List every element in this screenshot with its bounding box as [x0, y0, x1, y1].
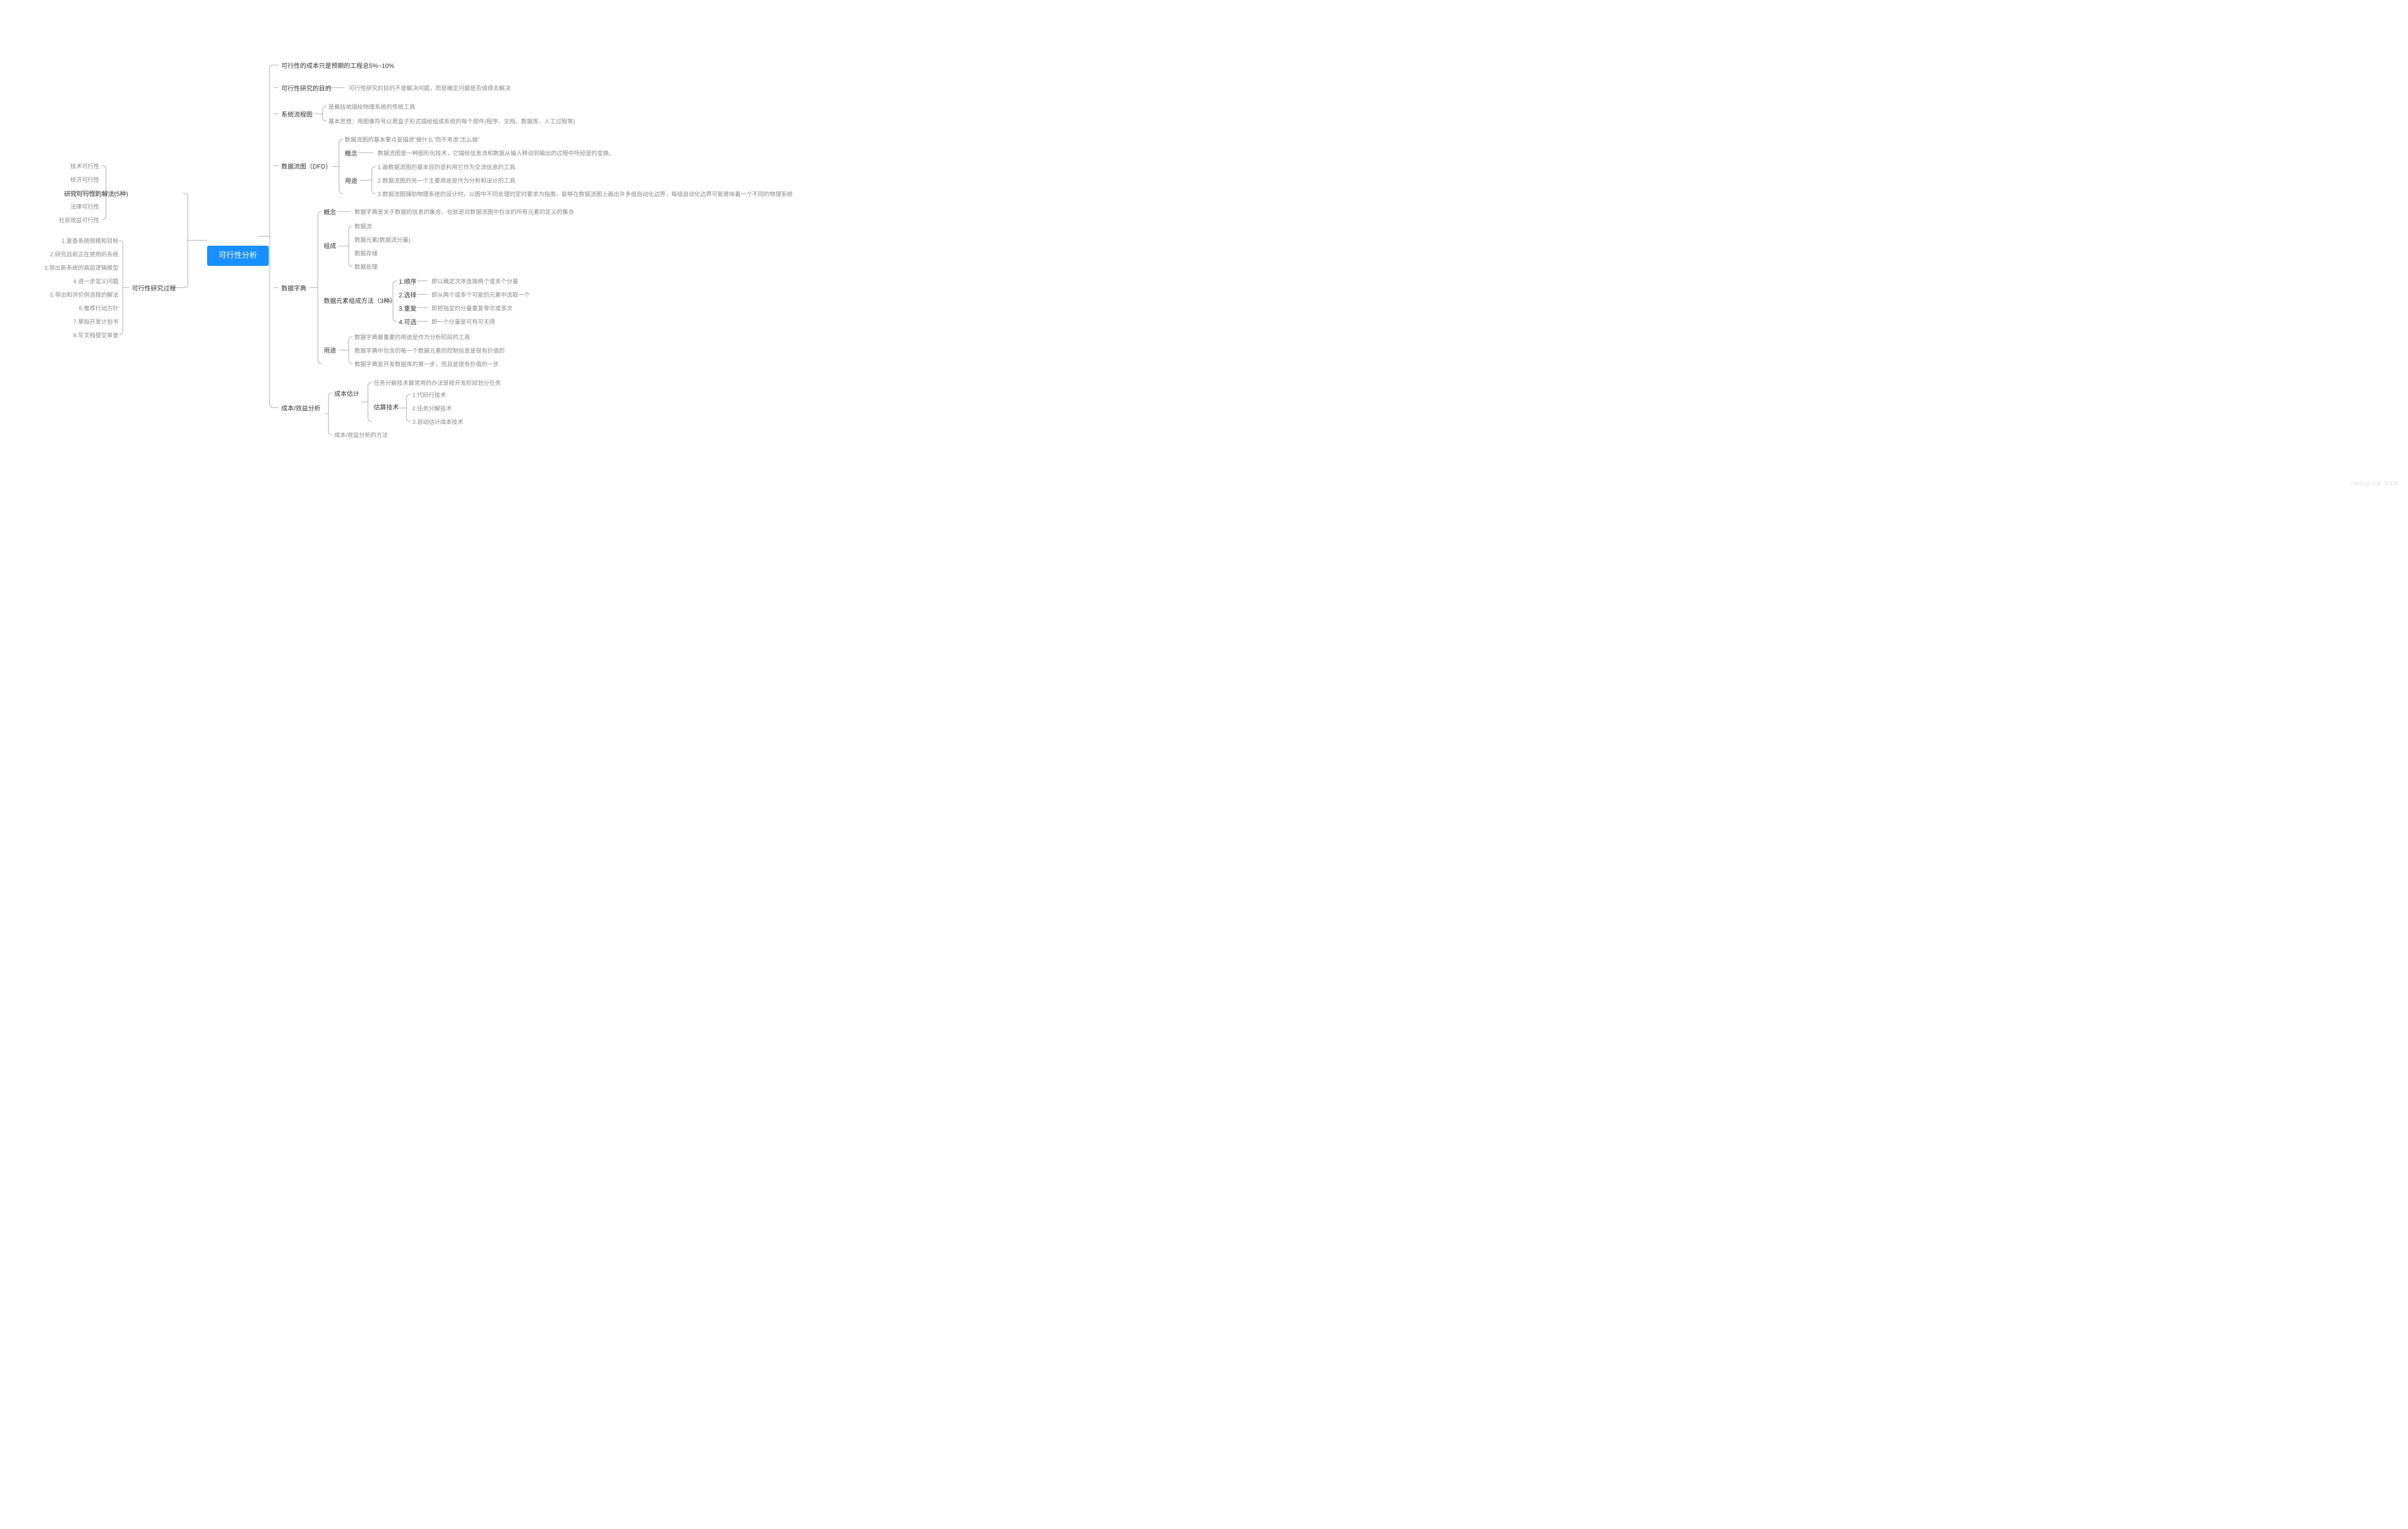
r4-use-1: 2.数据流图的另一个主要用途是作为分析和设计的工具 [376, 176, 517, 186]
left-2-child-1: 2.研究目前正在使用的系统 [48, 250, 120, 260]
r5-method-v-0: 即以确定次序连接两个或多个分量 [430, 277, 520, 287]
left-2-child-0: 1.复查系统规模和目标 [60, 236, 120, 246]
r5-concept-child: 数据字典是关于数据的信息的集合，也就是对数据流图中包含的所有元素的定义的集合 [353, 207, 576, 217]
r5-label: 数据字典 [279, 283, 308, 294]
r5-method-k-1: 2.选择 [397, 290, 419, 301]
left-2-child-2: 3.导出新系统的高层逻辑模型 [42, 263, 120, 273]
left-1-child-2: 操作可行性 [68, 188, 101, 198]
r6-est-t1: 任务分解技术最常用的办法是按开发阶段划分任务 [372, 378, 503, 388]
r3-label: 系统流程图 [279, 109, 314, 120]
r6-tech-0: 1.代码行技术 [410, 390, 448, 400]
left-1-child-1: 经济可行性 [68, 175, 101, 185]
left-2-label: 可行性研究过程 [130, 283, 178, 294]
r5-method-k-2: 3.重复 [397, 303, 419, 314]
r5-comp-3: 数据处理 [353, 262, 380, 272]
r4-t1: 数据流图的基本要点是描述“做什么”而不考虑“怎么做” [343, 135, 482, 145]
r6-method: 成本/效益分析的方法 [332, 430, 390, 440]
r2-child: 可行性研究的目的不是解决问题，而是确定问题是否值得去解决 [347, 83, 512, 93]
left-2-child-5: 6.推荐行动方针 [77, 303, 120, 314]
r5-use-label: 用途 [322, 345, 338, 356]
r5-method-v-1: 即从两个或多个可能的元素中选取一个 [430, 290, 532, 300]
r5-use-2: 数据字典是开发数据库的第一步，而且是很有价值的一步 [353, 359, 501, 369]
r4-label: 数据流图（DFD） [279, 161, 334, 172]
r4-use-2: 3.数据流图辅助物理系统的设计时，以图中不同处理的定时要求为指南，能够在数据流图… [376, 189, 795, 199]
r6-tech-1: 2.任务分解技术 [410, 404, 454, 414]
r6-est-label: 成本估计 [332, 389, 361, 399]
left-2-child-4: 5.导出和评价供选择的解法 [48, 290, 120, 300]
r5-comp-label: 组成 [322, 241, 338, 251]
left-2-child-6: 7.草拟开发计划书 [71, 317, 120, 327]
r5-method-v-3: 即一个分量是可有可无得 [430, 317, 497, 327]
root-node: 可行性分析 [207, 246, 269, 266]
r5-method-k-3: 4.可选 [397, 317, 419, 328]
left-2-child-7: 8.写文档提交审查 [71, 330, 120, 341]
r6-est-tech-label: 估算技术 [372, 402, 401, 413]
r4-concept-label: 概念 [343, 148, 359, 159]
r1: 可行性的成本只是预期的工程总5%~10% [279, 61, 396, 71]
r4-use-0: 1.画数据流图的基本目的是利用它作为交流信息的工具 [376, 162, 517, 172]
r4-use-label: 用途 [343, 176, 359, 186]
r6-label: 成本/效益分析 [279, 403, 323, 414]
r5-method-label: 数据元素组成方法（3种） [322, 296, 398, 306]
r5-comp-0: 数据流 [353, 222, 374, 232]
r5-method-v-2: 即把指定的分量重复零次或多次 [430, 303, 514, 314]
r6-tech-2: 3.自动估计成本技术 [410, 417, 465, 427]
left-1-child-3: 法律可行性 [68, 202, 101, 212]
r5-use-1: 数据字典中包含的每一个数据元素的控制信息是很有价值的 [353, 346, 507, 356]
r5-use-0: 数据字典最重要的用途是作为分析阶段的工具 [353, 332, 472, 343]
r5-comp-1: 数据元素(数据流分量) [353, 235, 412, 245]
r3-child-1: 基本思想：用图像符号以黑盒子形式描绘组成系统的每个部件(程序、文档、数据库、人工… [327, 117, 577, 127]
r5-comp-2: 数据存储 [353, 249, 380, 259]
r5-concept-label: 概念 [322, 207, 338, 218]
r4-concept-child: 数据流图是一种图形化技术，它描绘信息流和数据从输入移动到输出的过程中所经受的变换… [376, 148, 616, 158]
left-1-child-0: 技术可行性 [68, 161, 101, 171]
watermark: CSDN @ 天真~与无邪 [2350, 479, 2398, 487]
left-1-child-4: 社会效益可行性 [57, 215, 101, 225]
r2-label: 可行性研究的目的 [279, 83, 333, 94]
left-2-child-3: 4.进一步定义问题 [71, 277, 120, 287]
r3-child-0: 是概括地描绘物理系统的传统工具 [327, 102, 417, 112]
r5-method-k-0: 1.顺序 [397, 277, 419, 287]
